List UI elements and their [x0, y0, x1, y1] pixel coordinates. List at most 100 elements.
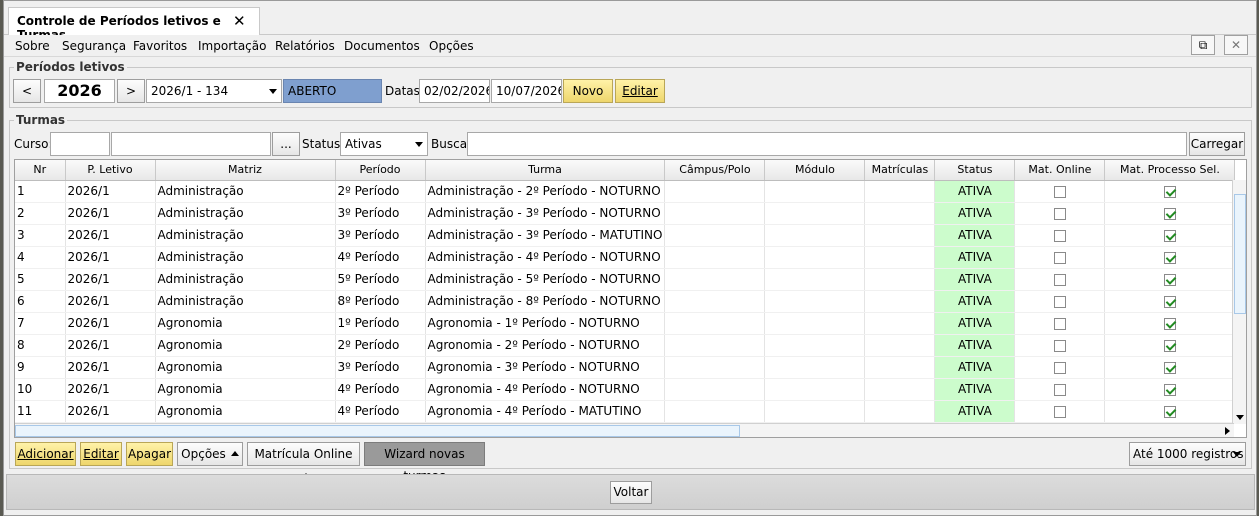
menu-opcoes[interactable]: Opções — [429, 39, 474, 53]
col-header-status[interactable]: Status — [934, 160, 1016, 181]
processo-checkbox[interactable] — [1163, 207, 1176, 220]
cell-nr: 5 — [15, 268, 66, 291]
date-end-field[interactable]: 10/07/2026 — [491, 79, 562, 103]
search-input[interactable] — [467, 132, 1187, 156]
footer-bar: Voltar — [6, 474, 1255, 510]
online-checkbox[interactable] — [1053, 295, 1066, 308]
processo-checkbox[interactable] — [1163, 361, 1176, 374]
col-header-letivo[interactable]: P. Letivo — [65, 160, 156, 181]
curso-name-input[interactable] — [111, 132, 271, 156]
limit-select[interactable]: Até 1000 registros — [1129, 442, 1246, 466]
online-checkbox[interactable] — [1053, 185, 1066, 198]
cell-campus — [664, 356, 766, 379]
processo-checkbox[interactable] — [1163, 185, 1176, 198]
col-header-nr[interactable]: Nr — [15, 160, 66, 181]
menu-relatorios[interactable]: Relatórios — [275, 39, 335, 53]
menu-sobre[interactable]: Sobre — [15, 39, 50, 53]
menu-favoritos[interactable]: Favoritos — [133, 39, 187, 53]
curso-code-input[interactable] — [50, 132, 110, 156]
processo-checkbox[interactable] — [1163, 317, 1176, 330]
col-header-matriculas[interactable]: Matrículas — [864, 160, 936, 181]
period-select-value: 2026/1 - 134 — [151, 84, 229, 98]
year-field[interactable]: 2026 — [44, 79, 115, 103]
online-checkbox[interactable] — [1053, 405, 1066, 418]
processo-checkbox[interactable] — [1163, 295, 1176, 308]
cell-turma: Administração - 3º Período - NOTURNO — [425, 202, 666, 225]
processo-checkbox[interactable] — [1163, 405, 1176, 418]
table-row[interactable]: 2 2026/1 Administração 3º Período Administra… — [15, 202, 1236, 225]
carregar-button[interactable]: Carregar — [1189, 132, 1245, 156]
new-period-button[interactable]: Novo — [563, 79, 613, 103]
table-row[interactable]: 1 2026/1 Administração 2º Período Administra… — [15, 180, 1236, 203]
status-select[interactable]: Ativas — [340, 132, 428, 156]
processo-checkbox[interactable] — [1163, 229, 1176, 242]
col-header-campus[interactable]: Câmpus/Polo — [664, 160, 766, 181]
vertical-scrollbar[interactable] — [1232, 180, 1246, 424]
online-checkbox[interactable] — [1053, 317, 1066, 330]
cell-nr: 9 — [15, 356, 66, 379]
cell-letivo: 2026/1 — [65, 180, 156, 203]
prev-year-button[interactable]: < — [13, 79, 41, 103]
table-row[interactable]: 4 2026/1 Administração 4º Período Administra… — [15, 246, 1236, 269]
next-year-button[interactable]: > — [117, 79, 145, 103]
browse-curso-button[interactable]: ... — [272, 132, 300, 156]
horizontal-scroll-thumb[interactable] — [15, 425, 740, 437]
table-row[interactable]: 11 2026/1 Agronomia 4º Período Agronomia - 4… — [15, 400, 1236, 423]
tab-close-icon[interactable]: ✕ — [233, 12, 246, 30]
online-checkbox[interactable] — [1053, 339, 1066, 352]
scroll-down-icon[interactable] — [1236, 415, 1244, 420]
tab-periodos-turmas[interactable]: Controle de Períodos letivos e Turmas ✕ — [8, 7, 260, 42]
table-row[interactable]: 6 2026/1 Administração 8º Período Administra… — [15, 290, 1236, 313]
cell-modulo — [764, 378, 866, 401]
table-row[interactable]: 9 2026/1 Agronomia 3º Período Agronomia - 3º… — [15, 356, 1236, 379]
table-row[interactable]: 8 2026/1 Agronomia 2º Período Agronomia - 2º… — [15, 334, 1236, 357]
cell-status: ATIVA — [934, 246, 1016, 269]
cell-online — [1014, 290, 1106, 313]
voltar-button[interactable]: Voltar — [610, 481, 652, 504]
online-checkbox[interactable] — [1053, 251, 1066, 264]
menu-seguranca[interactable]: Segurança — [62, 39, 126, 53]
matricula-online-button[interactable]: Matrícula Online — [247, 442, 360, 478]
processo-checkbox[interactable] — [1163, 383, 1176, 396]
table-row[interactable]: 3 2026/1 Administração 3º Período Administra… — [15, 224, 1236, 247]
apagar-button[interactable]: Apagar — [126, 442, 173, 466]
cell-nr: 8 — [15, 334, 66, 357]
online-checkbox[interactable] — [1053, 207, 1066, 220]
cell-nr: 11 — [15, 400, 66, 423]
adicionar-button[interactable]: Adicionar — [15, 442, 76, 466]
col-header-modulo[interactable]: Módulo — [764, 160, 866, 181]
date-start-field[interactable]: 02/02/2026 — [419, 79, 490, 103]
online-checkbox[interactable] — [1053, 229, 1066, 242]
menu-importacao[interactable]: Importação — [198, 39, 266, 53]
scroll-right-icon[interactable] — [1225, 427, 1230, 435]
cell-matriculas — [864, 202, 936, 225]
wizard-button[interactable]: Wizard novas turmas — [364, 442, 485, 483]
table-row[interactable]: 5 2026/1 Administração 5º Período Administra… — [15, 268, 1236, 291]
col-header-processo[interactable]: Mat. Processo Sel. — [1104, 160, 1236, 181]
col-header-turma[interactable]: Turma — [425, 160, 666, 181]
online-checkbox[interactable] — [1053, 273, 1066, 286]
cell-matriz: Administração — [155, 246, 336, 269]
online-checkbox[interactable] — [1053, 361, 1066, 374]
edit-period-button[interactable]: Editar — [615, 79, 665, 103]
editar-button[interactable]: Editar — [80, 442, 122, 466]
online-checkbox[interactable] — [1053, 383, 1066, 396]
popout-icon[interactable]: ⧉ — [1191, 35, 1215, 55]
cell-modulo — [764, 356, 866, 379]
opcoes-button[interactable]: Opções — [177, 442, 243, 466]
menu-documentos[interactable]: Documentos — [344, 39, 420, 53]
processo-checkbox[interactable] — [1163, 273, 1176, 286]
processo-checkbox[interactable] — [1163, 339, 1176, 352]
col-header-matriz[interactable]: Matriz — [155, 160, 336, 181]
cell-online — [1014, 268, 1106, 291]
period-select[interactable]: 2026/1 - 134 — [146, 79, 282, 103]
close-window-icon[interactable]: ✕ — [1224, 35, 1248, 55]
horizontal-scrollbar[interactable] — [15, 423, 1234, 437]
processo-checkbox[interactable] — [1163, 251, 1176, 264]
vertical-scroll-thumb[interactable] — [1234, 194, 1246, 314]
table-row[interactable]: 10 2026/1 Agronomia 4º Período Agronomia - 4… — [15, 378, 1236, 401]
col-header-online[interactable]: Mat. Online — [1014, 160, 1106, 181]
cell-campus — [664, 246, 766, 269]
table-row[interactable]: 7 2026/1 Agronomia 1º Período Agronomia - 1º… — [15, 312, 1236, 335]
col-header-periodo[interactable]: Período — [335, 160, 426, 181]
